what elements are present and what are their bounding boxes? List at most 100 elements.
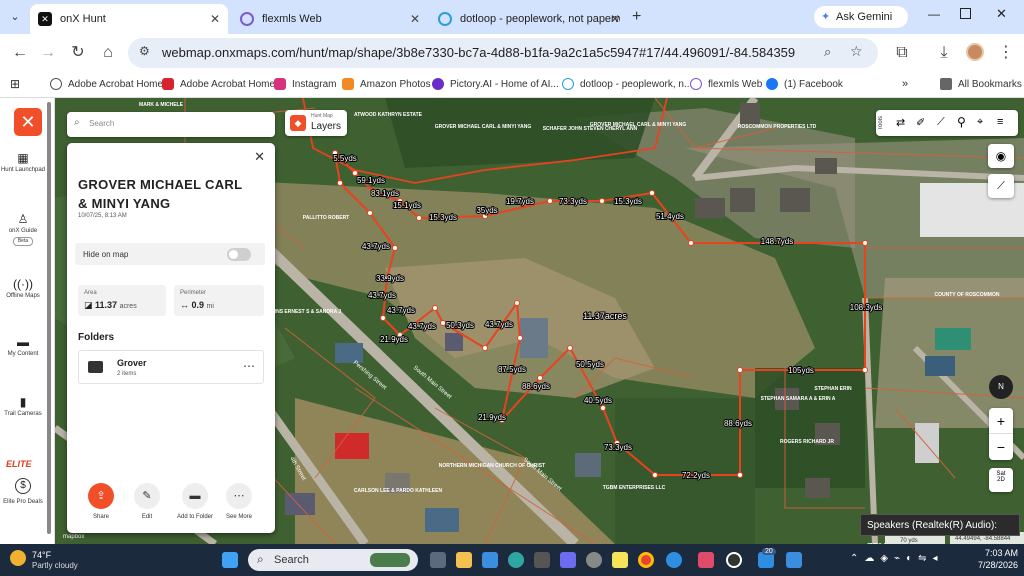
- hunt-layer-button[interactable]: ◉: [988, 144, 1014, 168]
- see-more-button[interactable]: ⋯ See More: [219, 483, 259, 520]
- close-shape-icon[interactable]: ✕: [14, 108, 42, 136]
- forward-arrow-icon[interactable]: →: [38, 43, 58, 63]
- hide-on-map-toggle[interactable]: [227, 248, 251, 261]
- add-to-folder-button[interactable]: ▬ Add to Folder: [173, 483, 217, 520]
- more-menu-icon[interactable]: ⋮: [996, 43, 1016, 63]
- task-view-icon[interactable]: [430, 552, 446, 568]
- map-search-input[interactable]: ⌕ Search: [67, 112, 275, 137]
- bookmark-star-icon[interactable]: ☆: [850, 43, 863, 60]
- pencil-icon: ✎: [134, 483, 160, 509]
- rail-onx-guide[interactable]: ♙ onX Guide Beta: [0, 213, 46, 246]
- clock[interactable]: 7:03 AM 7/28/2026: [962, 548, 1018, 570]
- restore-button[interactable]: [960, 8, 971, 19]
- bookmark-item[interactable]: Instagram: [274, 78, 336, 90]
- dropbox-icon[interactable]: [786, 552, 802, 568]
- close-tab-icon[interactable]: ✕: [410, 12, 420, 26]
- sticky-notes-icon[interactable]: [612, 552, 628, 568]
- bookmark-item[interactable]: Amazon Photos: [342, 78, 431, 90]
- more-bookmarks-chevron-icon[interactable]: »: [902, 78, 908, 90]
- bookmark-item[interactable]: Adobe Acrobat Home: [162, 78, 275, 90]
- draw-tool-icon[interactable]: ✐: [916, 116, 925, 129]
- marker-tool-icon[interactable]: ⚲: [957, 115, 966, 129]
- close-window-button[interactable]: ✕: [996, 6, 1007, 22]
- segment-length-label: 72.2yds: [682, 471, 710, 480]
- ask-gemini-button[interactable]: ✦ Ask Gemini: [814, 6, 908, 28]
- tab-list-button[interactable]: ⌄: [6, 8, 24, 26]
- media-player-icon[interactable]: [698, 552, 714, 568]
- reload-icon[interactable]: ↻: [68, 43, 88, 63]
- route-tool-icon[interactable]: ⇄: [896, 116, 905, 129]
- media-icon[interactable]: [726, 552, 742, 568]
- bookmark-item[interactable]: flexmls Web: [690, 78, 762, 90]
- weather-widget[interactable]: 74°F Partly cloudy: [10, 548, 90, 572]
- downloads-icon[interactable]: ⤓: [934, 43, 954, 63]
- url-text[interactable]: webmap.onxmaps.com/hunt/map/shape/3b8e73…: [162, 45, 795, 60]
- store-icon[interactable]: [560, 552, 576, 568]
- area-label: Area: [84, 290, 97, 296]
- rail-trail-cameras[interactable]: ▮ Trail Cameras: [0, 396, 46, 418]
- photos-icon[interactable]: [482, 552, 498, 568]
- tab-flexmls[interactable]: flexmls Web ✕: [232, 4, 428, 34]
- extensions-icon[interactable]: ⧉: [892, 43, 912, 63]
- rail-my-content[interactable]: ▬ My Content: [0, 336, 46, 358]
- tab-dotloop[interactable]: dotloop - peoplework, not paperwork ✕: [430, 4, 628, 34]
- zoom-icon[interactable]: ⌕: [824, 44, 831, 60]
- tab-onx-hunt[interactable]: ✕ onX Hunt ✕: [30, 4, 228, 34]
- bookmark-item[interactable]: dotloop - peoplework, n...: [562, 78, 692, 90]
- rail-scrollbar[interactable]: [47, 102, 51, 534]
- address-bar[interactable]: ⚙ webmap.onxmaps.com/hunt/map/shape/3b8e…: [128, 38, 878, 68]
- settings-icon[interactable]: [586, 552, 602, 568]
- measure-tool-icon[interactable]: ⌖: [977, 116, 983, 129]
- folder-row[interactable]: Grover 2 items ⋯: [78, 350, 264, 384]
- layers-button[interactable]: ◆ Hunt Map Layers: [285, 110, 347, 136]
- folder-add-icon: ▬: [182, 483, 208, 509]
- home-icon[interactable]: ⌂: [98, 43, 118, 63]
- perimeter-label: Perimeter: [180, 290, 207, 296]
- bookmark-item[interactable]: Pictory.AI - Home of AI...: [432, 78, 559, 90]
- chrome-icon[interactable]: [638, 552, 654, 568]
- line-tool-icon[interactable]: ⟋: [937, 116, 945, 129]
- segment-length-label: 15.3yds: [614, 197, 642, 206]
- compass-button[interactable]: N: [989, 375, 1013, 399]
- action-label: See More: [225, 514, 252, 520]
- profile-avatar[interactable]: [966, 43, 984, 61]
- site-info-icon[interactable]: ⚙: [139, 44, 150, 58]
- clock-time: 7:03 AM: [984, 548, 1018, 558]
- bookmark-item[interactable]: Adobe Acrobat Home: [50, 78, 163, 90]
- start-button[interactable]: [222, 552, 238, 568]
- rail-label: Elite Pro Deals: [3, 499, 43, 505]
- terminal-icon[interactable]: [534, 552, 550, 568]
- rail-offline-maps[interactable]: ((·)) Offline Maps: [0, 278, 46, 300]
- bookmark-item[interactable]: (1) Facebook: [766, 78, 843, 90]
- bookmark-label: Pictory.AI - Home of AI...: [450, 78, 559, 90]
- zoom-out-button[interactable]: −: [989, 434, 1013, 460]
- basemap-dim-label: 2D: [997, 477, 1005, 483]
- file-explorer-icon[interactable]: [456, 552, 472, 568]
- more-dots-icon[interactable]: ⋯: [243, 359, 255, 373]
- taskbar-search[interactable]: ⌕ Search: [248, 549, 418, 571]
- close-tab-icon[interactable]: ✕: [210, 12, 220, 26]
- zoom-in-button[interactable]: +: [989, 408, 1013, 434]
- share-button[interactable]: ⇪ Share: [81, 483, 121, 520]
- all-bookmarks-folder[interactable]: All Bookmarks: [940, 78, 1022, 90]
- apps-grid-icon[interactable]: ⊞: [10, 77, 20, 91]
- segment-length-label: 43.7yds: [387, 306, 415, 315]
- rail-hunt-launchpad[interactable]: ▦ Hunt Launchpad: [0, 152, 46, 174]
- minimize-button[interactable]: —: [928, 7, 940, 21]
- basemap-toggle[interactable]: Sat 2D: [989, 468, 1013, 492]
- new-tab-button[interactable]: +: [632, 8, 641, 26]
- browser-toolbar: ← → ↻ ⌂ ⚙ webmap.onxmaps.com/hunt/map/sh…: [0, 34, 1024, 72]
- list-tool-icon[interactable]: ≡: [997, 116, 1003, 128]
- onedrive-icon[interactable]: [666, 552, 682, 568]
- stats-button[interactable]: ⟋: [988, 174, 1014, 198]
- notification-badge: 20: [762, 548, 776, 555]
- rail-elite-pro-deals[interactable]: $ Elite Pro Deals: [0, 478, 46, 506]
- edit-button[interactable]: ✎ Edit: [127, 483, 167, 520]
- close-panel-icon[interactable]: ✕: [254, 149, 265, 165]
- close-tab-icon[interactable]: ✕: [610, 12, 620, 26]
- edge-icon[interactable]: [508, 552, 524, 568]
- parcel-label-stephan-1: STEPHAN ERIN: [814, 386, 852, 392]
- segment-length-label: 108.3yds: [850, 303, 882, 312]
- back-arrow-icon[interactable]: ←: [10, 43, 30, 63]
- system-tray[interactable]: ⌃☁◈⌁◐⇋◂: [850, 553, 944, 564]
